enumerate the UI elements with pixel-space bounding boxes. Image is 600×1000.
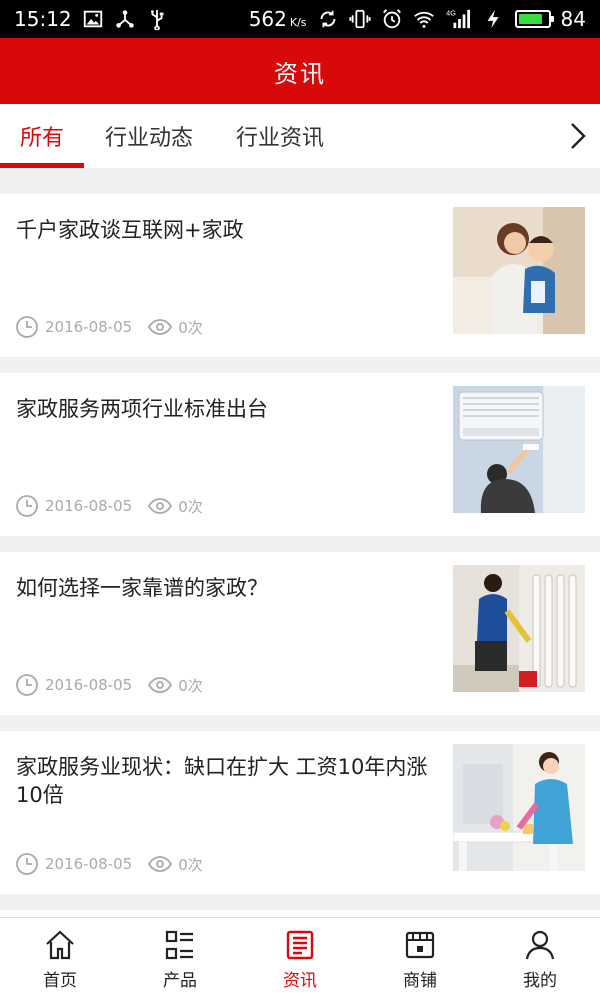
app-header: 资讯 — [0, 38, 600, 104]
news-title[interactable]: 家政服务业现状：缺口在扩大 工资10年内涨10倍 — [16, 753, 436, 809]
network-type: 4G — [446, 8, 456, 17]
nav-home[interactable]: 首页 — [0, 918, 120, 1000]
page-title: 资讯 — [274, 59, 326, 88]
chevron-right-icon — [571, 123, 586, 149]
news-icon — [286, 930, 314, 959]
share-icon — [114, 8, 136, 30]
news-date: 2016-08-05 — [45, 318, 133, 336]
battery-icon — [514, 10, 554, 28]
tab-industry-news[interactable]: 行业动态 — [84, 104, 214, 168]
tab-all[interactable]: 所有 — [0, 104, 84, 168]
status-bar: 15:12 562 K/s 4G 84 — [0, 0, 600, 38]
nav-products[interactable]: 产品 — [120, 918, 240, 1000]
net-speed: 562 — [248, 7, 287, 31]
status-time: 15:12 — [14, 7, 72, 31]
clock-icon — [15, 852, 39, 876]
tab-bar: 所有 行业动态 行业资讯 — [0, 104, 600, 168]
nav-label: 商铺 — [403, 970, 437, 991]
news-date: 2016-08-05 — [45, 855, 133, 873]
nav-label: 产品 — [163, 970, 197, 991]
nav-profile[interactable]: 我的 — [480, 918, 600, 1000]
clock-icon — [15, 315, 39, 339]
clock-icon — [15, 673, 39, 697]
news-meta: 2016-08-05 0次 — [15, 852, 203, 876]
nav-label: 资讯 — [283, 970, 317, 991]
nav-label: 首页 — [43, 970, 77, 991]
news-meta: 2016-08-05 0次 — [15, 673, 203, 697]
news-date: 2016-08-05 — [45, 676, 133, 694]
eye-icon — [148, 673, 173, 697]
mother-and-child-photo[interactable] — [453, 207, 585, 334]
news-list: 千户家政谈互联网+家政 2016-08-05 0次 家政服务两项行业标准出台 2… — [0, 194, 600, 920]
net-unit: K/s — [289, 16, 307, 29]
nav-label: 我的 — [523, 970, 557, 991]
nav-news[interactable]: 资讯 — [240, 918, 360, 1000]
wifi-icon — [413, 8, 435, 30]
news-date: 2016-08-05 — [45, 497, 133, 515]
news-views: 0次 — [178, 497, 203, 516]
bottom-nav: 首页 产品 资讯 商铺 我的 — [0, 917, 600, 1000]
nav-store[interactable]: 商铺 — [360, 918, 480, 1000]
list-grid-icon — [165, 930, 193, 959]
news-meta: 2016-08-05 0次 — [15, 494, 203, 518]
eye-icon — [148, 852, 173, 876]
image-icon — [82, 8, 104, 30]
news-views: 0次 — [178, 318, 203, 337]
store-icon — [405, 931, 435, 958]
sync-icon — [317, 8, 339, 30]
housekeeper-table-photo[interactable] — [453, 744, 585, 871]
news-views: 0次 — [178, 855, 203, 874]
news-title[interactable]: 千户家政谈互联网+家政 — [16, 216, 436, 244]
eye-icon — [148, 315, 173, 339]
news-item[interactable]: 家政服务业现状：缺口在扩大 工资10年内涨10倍 2016-08-05 0次 — [0, 731, 600, 894]
news-title[interactable]: 家政服务两项行业标准出台 — [16, 395, 436, 423]
battery-percent: 84 — [560, 7, 586, 31]
news-item[interactable]: 家政服务两项行业标准出台 2016-08-05 0次 — [0, 373, 600, 536]
news-item[interactable]: 如何选择一家靠谱的家政？ 2016-08-05 0次 — [0, 552, 600, 715]
aircon-cleaning-photo[interactable] — [453, 386, 585, 513]
vibrate-icon — [349, 8, 371, 30]
news-meta: 2016-08-05 0次 — [15, 315, 203, 339]
news-views: 0次 — [178, 676, 203, 695]
news-item[interactable]: 千户家政谈互联网+家政 2016-08-05 0次 — [0, 194, 600, 357]
railing-cleaning-photo[interactable] — [453, 565, 585, 692]
signal-icon: 4G — [445, 8, 473, 30]
alarm-icon — [381, 8, 403, 30]
battery-level-fill — [518, 14, 543, 24]
person-icon — [525, 930, 555, 959]
news-title[interactable]: 如何选择一家靠谱的家政？ — [16, 574, 436, 602]
home-icon — [46, 930, 74, 959]
clock-icon — [15, 494, 39, 518]
charging-icon — [483, 8, 505, 30]
tab-industry-info[interactable]: 行业资讯 — [214, 104, 346, 168]
eye-icon — [148, 494, 173, 518]
usb-icon — [146, 8, 168, 30]
tabs-more-button[interactable] — [556, 104, 600, 168]
